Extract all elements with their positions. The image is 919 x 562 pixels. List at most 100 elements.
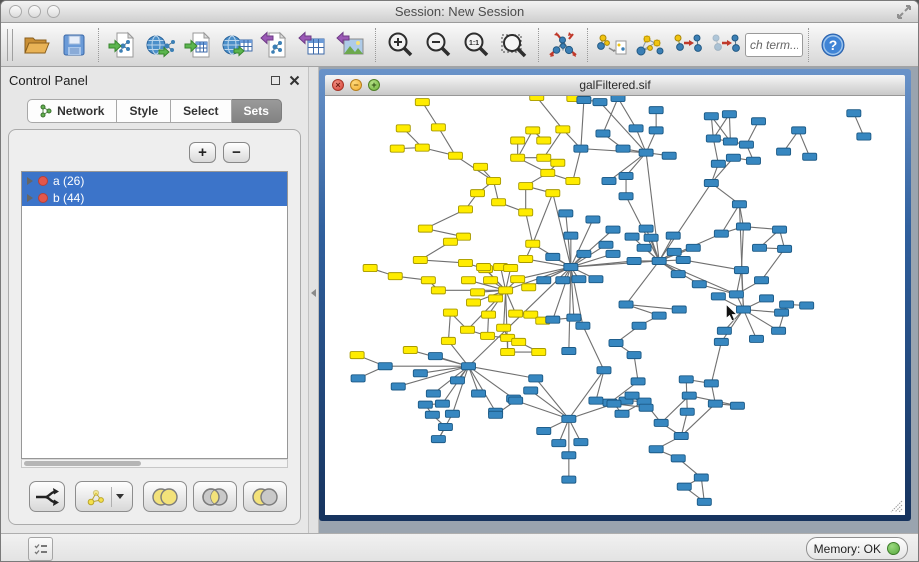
import-table-file-icon [184,30,214,60]
export-network-button[interactable] [256,26,294,64]
network-canvas[interactable] [325,96,905,515]
zoom-actual-size-button[interactable]: 1:1 [457,26,495,64]
network-tab-icon [40,104,52,118]
network-desktop: × − + galFiltered.sif [319,67,918,533]
disclosure-triangle-icon[interactable] [27,194,33,202]
tab-style[interactable]: Style [117,99,171,123]
window-controls [9,5,60,18]
help-button[interactable]: ? [814,26,852,64]
float-panel-icon[interactable] [271,76,280,85]
import-network-file-button[interactable] [104,26,142,64]
sets-panel: + − a (26) b (44) [8,129,301,525]
list-item-set-b[interactable]: b (44) [22,189,287,206]
tab-network[interactable]: Network [27,99,117,123]
zoom-selection-icon [499,30,529,60]
intersect-sets-button[interactable] [193,481,237,512]
search-input[interactable] [745,33,803,57]
zoom-in-icon [385,30,415,60]
import-table-database-button[interactable] [218,26,256,64]
network-frame-titlebar[interactable]: × − + galFiltered.sif [325,75,905,96]
resize-grip-icon[interactable] [889,499,903,513]
sets-actions: + − [21,142,250,163]
sets-list[interactable]: a (26) b (44) [21,171,288,459]
tab-select[interactable]: Select [171,99,231,123]
union-sets-button[interactable] [143,481,187,512]
difference-sets-button[interactable] [243,481,287,512]
fullscreen-arrows-icon[interactable] [896,4,912,23]
add-set-button[interactable]: + [189,142,216,163]
disclosure-triangle-icon[interactable] [27,177,33,185]
list-item-set-a[interactable]: a (26) [22,172,287,189]
control-panel: Control Panel Network Style Select Sets … [1,67,309,533]
apply-preferred-layout-button[interactable] [544,26,582,64]
network-canvas-svg[interactable] [325,96,905,515]
minimize-window-button[interactable] [28,5,41,18]
select-first-neighbors-button[interactable] [631,26,669,64]
toolbar-grip[interactable] [7,29,13,61]
zoom-one-to-one-icon: 1:1 [461,30,491,60]
export-image-button[interactable] [332,26,370,64]
split-set-button[interactable] [29,481,65,512]
remove-set-button[interactable]: − [223,142,250,163]
frame-maximize-button[interactable]: + [368,79,380,91]
zoom-window-button[interactable] [47,5,60,18]
close-panel-icon[interactable] [289,75,300,86]
open-session-button[interactable] [17,26,55,64]
hide-selected-icon [672,30,704,60]
close-window-button[interactable] [9,5,22,18]
create-set-from-layout-button[interactable] [75,481,133,512]
set-label: a (26) [53,174,84,188]
help-icon: ? [819,31,847,59]
main-area: Control Panel Network Style Select Sets … [1,67,918,533]
control-panel-tabs: Network Style Select Sets [1,99,308,123]
zoom-out-button[interactable] [419,26,457,64]
frame-close-button[interactable]: × [332,79,344,91]
main-toolbar: 1:1 ? [1,23,918,67]
network-frame[interactable]: × − + galFiltered.sif [319,69,911,521]
svg-text:?: ? [829,37,838,53]
fork-arrows-icon [34,485,60,509]
import-table-globe-icon [221,30,253,60]
panel-splitter[interactable] [309,67,319,533]
show-all-button[interactable] [707,26,745,64]
export-image-icon [336,30,366,60]
horizontal-scrollbar[interactable] [21,459,288,468]
save-session-button[interactable] [55,26,93,64]
scrollbar-thumb[interactable] [24,461,141,466]
new-network-from-selection-button[interactable] [593,26,631,64]
button-divider [111,487,112,507]
tab-label: Style [129,104,158,118]
checklist-icon [33,541,49,557]
collapse-panel-arrow-icon[interactable] [311,289,316,297]
tab-label: Select [183,104,218,118]
import-network-file-icon [108,30,138,60]
memory-status-button[interactable]: Memory: OK [806,537,908,560]
apply-layout-icon [547,30,579,60]
zoom-out-icon [423,30,453,60]
open-folder-icon [21,30,51,60]
export-table-button[interactable] [294,26,332,64]
tab-label: Sets [244,104,269,118]
window-title: Session: New Session [1,4,918,19]
first-neighbors-icon [634,30,666,60]
toolbar-separator [98,28,99,62]
import-table-file-button[interactable] [180,26,218,64]
import-network-globe-icon [145,30,177,60]
dropdown-caret-icon[interactable] [116,494,124,499]
task-history-button[interactable] [28,537,53,561]
hide-selected-button[interactable] [669,26,707,64]
status-bar: Memory: OK [1,533,918,562]
set-marker-icon [38,176,48,186]
yellow-network-icon [85,486,107,508]
export-network-icon [260,30,290,60]
network-frame-title: galFiltered.sif [579,78,650,92]
zoom-selected-region-button[interactable] [495,26,533,64]
tab-sets[interactable]: Sets [232,99,282,123]
import-network-database-button[interactable] [142,26,180,64]
frame-window-controls: × − + [332,79,380,91]
frame-minimize-button[interactable]: − [350,79,362,91]
show-all-icon [710,30,742,60]
export-table-icon [298,30,328,60]
zoom-in-button[interactable] [381,26,419,64]
control-panel-header: Control Panel [1,67,308,93]
